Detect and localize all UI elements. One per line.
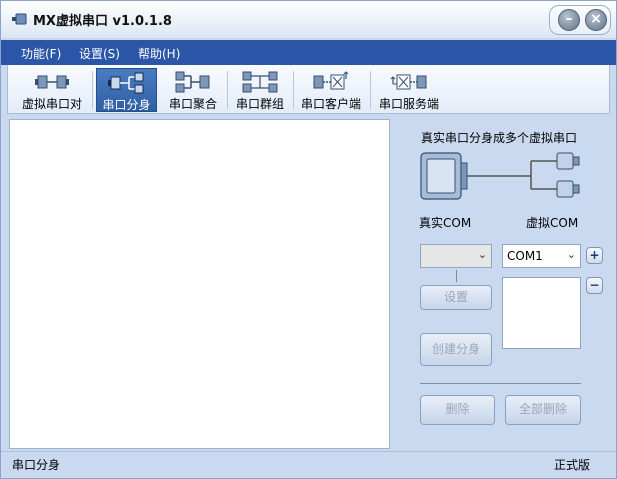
tool-port-server[interactable]: 串口服务端 — [374, 68, 444, 112]
diagram-caption: 真实串口分身成多个虚拟串口 — [421, 131, 578, 145]
real-port-select[interactable]: ⌄ — [420, 244, 492, 268]
tool-label: 虚拟串口对 — [21, 97, 82, 111]
toolbar: 虚拟串口对 串口分身 串口聚合 串口群组 串口客户端 串口服务端 — [7, 65, 610, 114]
tool-label: 串口聚合 — [168, 97, 217, 111]
minimize-button[interactable]: – — [558, 9, 580, 31]
menu-settings[interactable]: 设置(S) — [79, 45, 120, 62]
port-split-icon — [107, 72, 143, 94]
toolbar-separator — [92, 71, 93, 109]
close-button[interactable]: × — [585, 9, 607, 31]
menu-help[interactable]: 帮助(H) — [138, 45, 180, 62]
toolbar-separator — [293, 71, 294, 109]
port-group-icon — [242, 71, 278, 93]
chevron-down-icon: ⌄ — [477, 248, 487, 261]
virtual-port-list[interactable] — [502, 277, 581, 349]
tool-label: 串口客户端 — [300, 97, 361, 111]
toolbar-separator — [227, 71, 228, 109]
delete-all-button[interactable]: 全部删除 — [505, 395, 581, 425]
tool-port-client[interactable]: 串口客户端 — [296, 68, 366, 112]
close-icon: × — [590, 11, 602, 27]
split-list-panel[interactable] — [9, 119, 390, 449]
port-client-icon — [313, 71, 349, 90]
window-title: MX虚拟串口 v1.0.1.8 — [33, 14, 172, 29]
menu-function[interactable]: 功能(F) — [21, 45, 61, 62]
split-config-panel: 真实串口分身成多个虚拟串口 真实COM 虚拟COM ⌄ COM1 ⌄ + − 设… — [391, 119, 611, 449]
tool-virtual-port-pair[interactable]: 虚拟串口对 — [17, 68, 87, 112]
plus-icon: + — [589, 248, 600, 262]
menu-bar: 功能(F) 设置(S) 帮助(H) — [1, 40, 616, 65]
port-split-diagram-icon — [420, 152, 580, 200]
virtual-com-label: 虚拟COM — [526, 216, 579, 230]
app-window: MX虚拟串口 v1.0.1.8 – × 功能(F) 设置(S) 帮助(H) 虚拟… — [0, 0, 617, 479]
connector-line — [456, 270, 457, 282]
minus-icon: − — [589, 278, 600, 292]
tool-port-aggregate[interactable]: 串口聚合 — [163, 68, 223, 112]
status-mode: 串口分身 — [12, 458, 61, 472]
chevron-down-icon: ⌄ — [566, 248, 576, 261]
create-split-button[interactable]: 创建分身 — [420, 333, 492, 366]
port-aggregate-icon — [175, 71, 210, 93]
setup-button[interactable]: 设置 — [420, 285, 492, 310]
remove-virtual-port-button[interactable]: − — [586, 277, 603, 294]
title-bar[interactable]: MX虚拟串口 v1.0.1.8 – × — [1, 1, 616, 39]
divider — [420, 383, 581, 384]
tool-port-group[interactable]: 串口群组 — [230, 68, 290, 112]
toolbar-separator — [370, 71, 371, 109]
serial-port-app-icon — [12, 13, 27, 25]
status-edition: 正式版 — [554, 458, 591, 472]
tool-label: 串口分身 — [102, 98, 151, 112]
tool-label: 串口群组 — [235, 97, 284, 111]
tool-port-split[interactable]: 串口分身 — [96, 68, 157, 112]
minimize-icon: – — [565, 11, 573, 27]
status-bar: 串口分身 正式版 — [1, 451, 616, 478]
tool-label: 串口服务端 — [378, 97, 439, 111]
real-com-label: 真实COM — [419, 216, 472, 230]
port-pair-icon — [35, 75, 69, 89]
port-server-icon — [390, 74, 427, 90]
virtual-port-select[interactable]: COM1 ⌄ — [502, 244, 581, 268]
add-virtual-port-button[interactable]: + — [586, 247, 603, 264]
virtual-port-value: COM1 — [507, 249, 543, 263]
delete-button[interactable]: 删除 — [420, 395, 495, 425]
